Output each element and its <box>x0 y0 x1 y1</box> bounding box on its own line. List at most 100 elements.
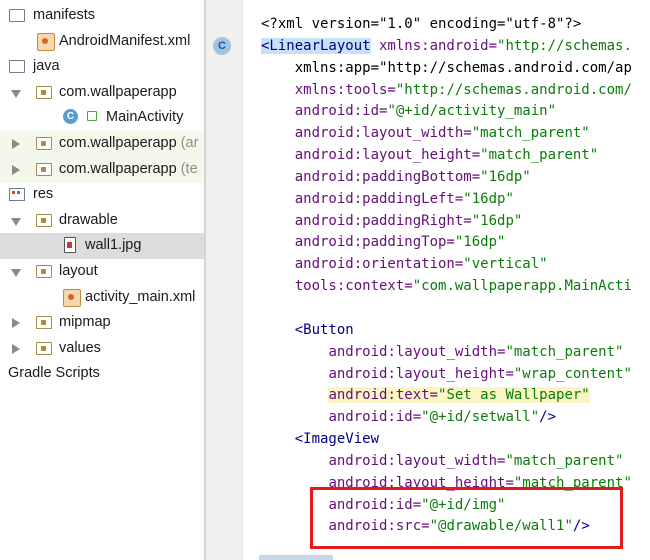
folder-icon <box>9 9 25 22</box>
chevron-right-icon[interactable] <box>12 318 20 328</box>
code-line[interactable]: android:layout_height="wrap_content" <box>261 364 631 386</box>
code-token: "16dp" <box>463 190 514 207</box>
tree-item-package-androidtest[interactable]: com.wallpaperapp (ar <box>0 131 204 157</box>
code-line[interactable]: <LinearLayout xmlns:android="http://sche… <box>261 36 632 58</box>
tree-item-activity-main[interactable]: activity_main.xml <box>0 285 204 311</box>
code-token: "16dp" <box>480 168 531 185</box>
code-line[interactable]: android:id="@+id/setwall"/> <box>261 407 632 429</box>
chevron-right-icon[interactable] <box>12 344 20 354</box>
tree-item-layout[interactable]: layout <box>0 259 204 285</box>
chevron-right-icon[interactable] <box>12 139 20 149</box>
code-token: "http://schemas. <box>497 37 632 54</box>
chevron-down-icon[interactable] <box>11 90 21 98</box>
tree-item-package-main[interactable]: com.wallpaperapp <box>0 80 204 106</box>
code-token: "http://schemas.android.com/ap <box>379 59 632 76</box>
code-line[interactable]: android:layout_width="match_parent" <box>261 123 632 145</box>
code-line[interactable]: <Button <box>261 320 632 342</box>
code-token: "16dp" <box>454 234 506 251</box>
package-icon <box>36 86 52 99</box>
code-token: "match_parent" <box>471 125 590 142</box>
code-token: "@+id/activity_main" <box>387 103 557 120</box>
code-token: android:paddingBottom= <box>294 168 481 185</box>
project-tree-panel: manifests AndroidManifest.xml java com.w… <box>0 0 204 560</box>
code-line[interactable]: android:layout_height="match_parent" <box>261 145 632 167</box>
code-content[interactable]: <?xml version="1.0" encoding="utf-8"?> <L… <box>261 14 632 538</box>
resources-folder-icon <box>9 188 25 201</box>
code-line[interactable]: <?xml version="1.0" encoding="utf-8"?> <box>261 14 632 36</box>
tree-item-gradle-scripts[interactable]: Gradle Scripts <box>0 361 204 387</box>
tree-item-mipmap[interactable]: mipmap <box>0 310 204 336</box>
folder-icon <box>36 342 52 355</box>
code-line[interactable]: android:text="Set as Wallpaper" <box>261 385 632 407</box>
code-token: android:paddingRight= <box>294 212 472 229</box>
code-line[interactable]: android:paddingTop="16dp" <box>261 232 632 254</box>
chevron-down-icon[interactable] <box>11 269 21 277</box>
tree-item-values[interactable]: values <box>0 336 204 362</box>
code-line[interactable]: tools:context="com.wallpaperapp.MainActi <box>261 276 632 298</box>
code-token: android:layout_height= <box>328 365 514 382</box>
code-line[interactable]: android:paddingBottom="16dp" <box>261 167 632 189</box>
tree-item-label: mipmap <box>59 314 111 330</box>
code-token: "http://schemas.android.com/ <box>395 81 632 98</box>
code-line[interactable] <box>261 298 632 320</box>
code-token: android:text= <box>328 387 439 404</box>
xml-file-icon <box>37 33 55 51</box>
code-line[interactable]: android:layout_width="match_parent" <box>261 451 632 473</box>
tree-item-label: Gradle Scripts <box>8 365 100 381</box>
code-line[interactable]: android:id="@+id/activity_main" <box>261 101 632 123</box>
tree-item-androidmanifest[interactable]: AndroidManifest.xml <box>0 29 204 55</box>
code-token: android:layout_width= <box>294 125 472 142</box>
code-token: /> <box>539 409 557 426</box>
code-token: xmlns:app= <box>294 59 380 76</box>
code-editor[interactable]: <?xml version="1.0" encoding="utf-8"?> <L… <box>243 0 650 560</box>
folder-icon <box>36 214 52 227</box>
tree-item-label: drawable <box>59 212 118 228</box>
code-token: "Set as Wallpaper" <box>438 387 590 404</box>
code-token: android:layout_height= <box>294 147 481 164</box>
code-line[interactable]: android:paddingRight="16dp" <box>261 211 632 233</box>
code-token: android:orientation= <box>294 256 464 273</box>
chevron-down-icon[interactable] <box>11 218 21 226</box>
code-line[interactable]: android:paddingLeft="16dp" <box>261 189 632 211</box>
code-token: xmlns:android= <box>370 37 498 54</box>
xml-file-icon <box>63 289 81 307</box>
tree-item-label: com.wallpaperapp <box>59 84 177 100</box>
class-gutter-icon[interactable]: C <box>213 37 231 55</box>
code-line[interactable]: xmlns:tools="http://schemas.android.com/ <box>261 80 632 102</box>
code-token: <ImageView <box>294 431 380 448</box>
tree-item-mainactivity[interactable]: C MainActivity <box>0 105 204 131</box>
code-token: tools:context= <box>294 278 413 295</box>
package-icon <box>36 137 52 150</box>
lock-icon <box>87 111 97 121</box>
tree-item-res[interactable]: res <box>0 182 204 208</box>
code-line[interactable]: android:layout_width="match_parent" <box>261 342 632 364</box>
editor-scroll-marker <box>259 555 333 560</box>
code-line[interactable]: xmlns:app="http://schemas.android.com/ap <box>261 58 632 80</box>
code-token: android:layout_width= <box>328 452 506 469</box>
code-token: <?xml version="1.0" encoding="utf-8"?> <box>261 16 582 32</box>
tree-item-drawable[interactable]: drawable <box>0 208 204 234</box>
tree-item-manifests[interactable]: manifests <box>0 3 204 29</box>
tree-item-package-test[interactable]: com.wallpaperapp (te <box>0 157 204 183</box>
code-line[interactable]: android:orientation="vertical" <box>261 254 632 276</box>
tree-item-wall1[interactable]: wall1.jpg <box>0 233 204 259</box>
code-token: "match_parent" <box>480 147 599 164</box>
code-token: <LinearLayout <box>261 37 371 54</box>
tree-item-java[interactable]: java <box>0 54 204 80</box>
code-token: "match_parent" <box>505 343 624 360</box>
code-line[interactable]: <ImageView <box>261 429 632 451</box>
chevron-right-icon[interactable] <box>12 165 20 175</box>
tree-item-label: com.wallpaperapp (ar <box>59 135 199 151</box>
